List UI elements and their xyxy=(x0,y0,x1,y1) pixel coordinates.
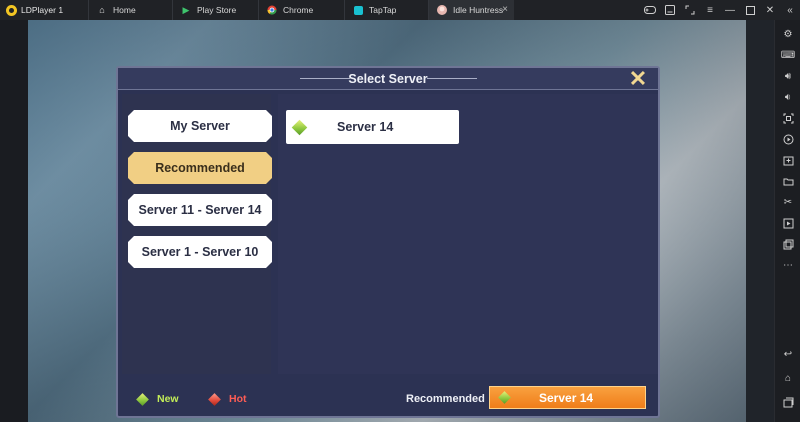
close-tab-icon[interactable]: × xyxy=(502,4,508,15)
category-server-1-10-button[interactable]: Server 1 - Server 10 xyxy=(128,236,272,268)
minimize-icon[interactable]: — xyxy=(720,0,740,20)
tab-label: Idle Huntress xyxy=(453,5,504,15)
play-store-icon: ▶ xyxy=(182,4,190,15)
record-icon[interactable] xyxy=(775,130,800,148)
recommended-server-button[interactable]: Server 14 xyxy=(489,386,646,409)
menu-icon[interactable]: ≡ xyxy=(700,0,720,20)
hot-gem-icon xyxy=(208,392,221,406)
tab-idle-huntress[interactable]: Idle Huntress × xyxy=(428,0,514,20)
server-category-panel: My Server Recommended Server 11 - Server… xyxy=(122,94,271,374)
settings-icon[interactable]: ⚙ xyxy=(775,25,800,43)
app-name: LDPlayer 1 xyxy=(21,5,64,15)
tab-play-store[interactable]: ▶ Play Store xyxy=(172,0,258,20)
tab-taptap[interactable]: TapTap xyxy=(344,0,428,20)
dialog-footer: New Hot Recommended Server 14 xyxy=(118,380,658,416)
recent-apps-icon[interactable] xyxy=(775,393,800,411)
dialog-title: Select Server xyxy=(348,72,428,86)
macro-icon[interactable] xyxy=(775,214,800,232)
new-server-gem-icon xyxy=(291,119,308,135)
chrome-icon xyxy=(267,5,277,15)
volume-up-icon[interactable]: 🔊︎ xyxy=(775,67,800,85)
emulator-tab-bar: LDPlayer 1 ⌂ Home ▶ Play Store Chrome Ta… xyxy=(0,0,800,20)
server-tile[interactable]: Server 14 xyxy=(286,110,459,144)
keyboard-icon[interactable]: ⌨ xyxy=(775,46,800,64)
gamepad-icon[interactable] xyxy=(640,0,660,20)
emulator-sidebar: ⚙ ⌨ 🔊︎ 🔉︎ ✂ ⋯ ↩ ⌂ xyxy=(774,20,800,422)
tab-chrome[interactable]: Chrome xyxy=(258,0,344,20)
install-apk-icon[interactable] xyxy=(775,151,800,169)
title-ornament-right xyxy=(427,78,477,79)
tab-label: Home xyxy=(113,5,136,15)
collapse-sidebar-icon[interactable]: « xyxy=(780,0,800,20)
folder-icon[interactable] xyxy=(775,172,800,190)
legend-hot-label: Hot xyxy=(229,393,247,405)
server-name: Server 14 xyxy=(337,120,394,134)
keyboard-mapping-icon[interactable] xyxy=(660,0,680,20)
taptap-icon xyxy=(353,5,363,15)
right-letterbox xyxy=(746,20,774,422)
category-my-server-button[interactable]: My Server xyxy=(128,110,272,142)
game-avatar-icon xyxy=(437,5,447,15)
legend-hot: Hot xyxy=(208,392,247,406)
select-server-dialog: Select Server ✕ My Server Recommended Se… xyxy=(116,66,660,418)
tab-label: Play Store xyxy=(197,5,237,15)
tab-label: TapTap xyxy=(369,5,397,15)
new-gem-icon xyxy=(498,391,511,404)
left-letterbox xyxy=(0,20,28,422)
legend-new: New xyxy=(136,392,179,406)
category-recommended-button[interactable]: Recommended xyxy=(128,152,272,184)
tab-home[interactable]: ⌂ Home xyxy=(88,0,172,20)
window-controls: ≡ — ✕ « xyxy=(640,0,800,20)
close-dialog-icon[interactable]: ✕ xyxy=(628,68,648,90)
legend-new-label: New xyxy=(157,393,179,405)
home-icon: ⌂ xyxy=(99,5,105,15)
back-icon[interactable]: ↩ xyxy=(775,345,800,363)
maximize-icon[interactable] xyxy=(740,0,760,20)
android-home-icon[interactable]: ⌂ xyxy=(775,369,800,387)
app-brand: LDPlayer 1 xyxy=(0,0,88,20)
tab-label: Chrome xyxy=(283,5,314,15)
volume-down-icon[interactable]: 🔉︎ xyxy=(775,88,800,106)
close-window-icon[interactable]: ✕ xyxy=(760,0,780,20)
dialog-header: Select Server ✕ xyxy=(118,68,658,90)
ldplayer-logo-icon xyxy=(6,4,17,16)
recommended-server-name: Server 14 xyxy=(539,390,594,405)
expand-icon[interactable] xyxy=(680,0,700,20)
new-gem-icon xyxy=(136,392,149,406)
scissors-icon[interactable]: ✂ xyxy=(775,193,800,211)
screenshot-icon[interactable] xyxy=(775,109,800,127)
multi-instance-icon[interactable] xyxy=(775,235,800,253)
recommended-label: Recommended xyxy=(406,393,485,405)
more-icon[interactable]: ⋯ xyxy=(775,256,800,274)
category-server-11-14-button[interactable]: Server 11 - Server 14 xyxy=(128,194,272,226)
game-viewport: Select Server ✕ My Server Recommended Se… xyxy=(0,20,774,422)
